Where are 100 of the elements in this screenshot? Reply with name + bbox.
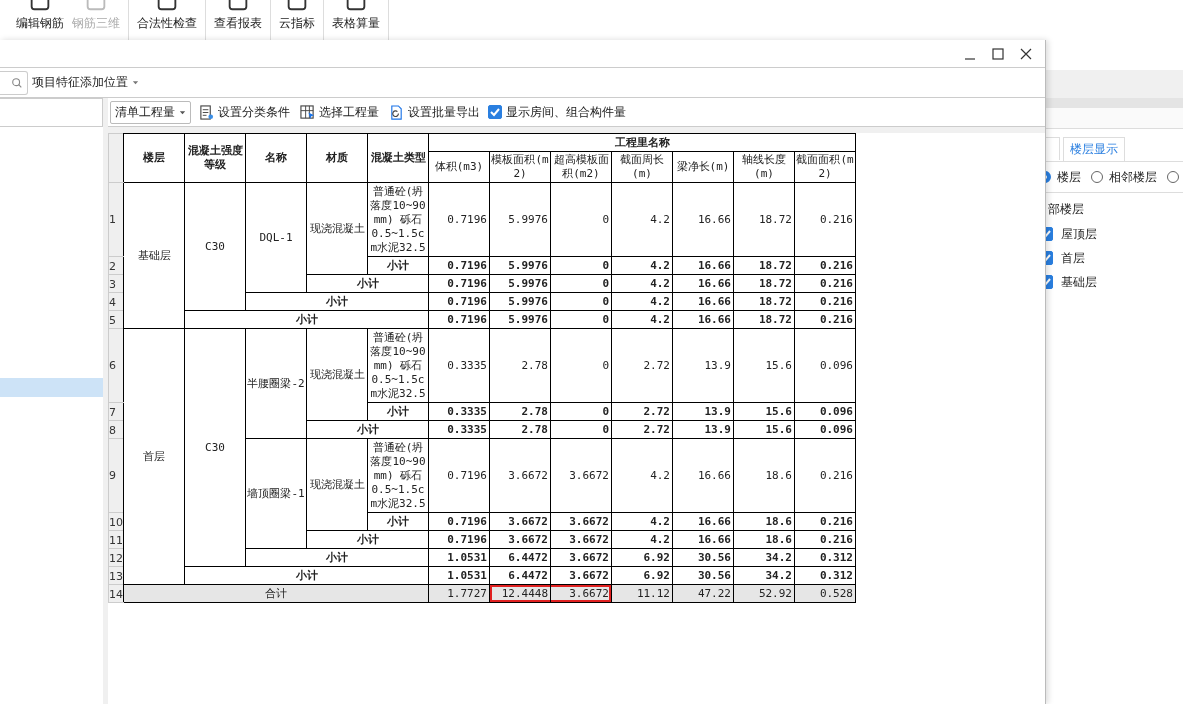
toolbar-button[interactable]: 编辑钢筋 [12, 0, 68, 40]
table-cell: 普通砼(坍落度10~90mm) 砾石0.5~1.5cm水泥32.5 [367, 182, 429, 257]
column-header: 梁净长(m) [672, 151, 734, 183]
table-cell: 0.7196 [428, 438, 490, 513]
table-cell: 现浇混凝土 [306, 182, 368, 275]
table-cell: 小计 [306, 274, 429, 293]
column-header: 混凝土类型 [367, 133, 429, 183]
table-cell: 小计 [245, 548, 429, 567]
toolbar-icon [155, 0, 179, 13]
caret-icon [132, 79, 139, 86]
table-cell: 0.216 [794, 292, 856, 311]
input-field[interactable] [0, 98, 103, 127]
table-cell: 13.9 [672, 402, 734, 421]
table-cell: 5.9976 [489, 310, 551, 329]
table-cell: 0.216 [794, 512, 856, 531]
table-cell: 6.92 [611, 548, 673, 567]
table-cell: 6.4472 [489, 566, 551, 585]
column-header: 楼层 [123, 133, 185, 183]
table-cell: 4.2 [611, 530, 673, 549]
table-cell: 现浇混凝土 [306, 328, 368, 421]
show-rooms-checkbox[interactable]: 显示房间、组合构件量 [488, 103, 626, 121]
table-cell: 0.7196 [428, 512, 490, 531]
table-cell: 18.6 [733, 438, 795, 513]
table-cell: 16.66 [672, 530, 734, 549]
table-cell: 0 [550, 310, 612, 329]
table-cell: 34.2 [733, 548, 795, 567]
table-cell: 墙顶圈梁-1 [245, 438, 307, 549]
table-cell: 3.6672 [550, 512, 612, 531]
table-cell: 小计 [367, 402, 429, 421]
table-cell: 3.6672 [489, 438, 551, 513]
table-cell: DQL-1 [245, 182, 307, 293]
table-cell: 18.72 [733, 182, 795, 257]
table-cell: 15.6 [733, 402, 795, 421]
table-cell: C30 [184, 182, 246, 311]
column-header: 截面周长(m) [611, 151, 673, 183]
tab[interactable]: 楼层显示 [1063, 137, 1125, 161]
table-cell: 1.0531 [428, 548, 490, 567]
group-label: 部楼层 [1048, 201, 1085, 218]
close-icon[interactable] [1019, 46, 1033, 61]
search-field[interactable] [0, 70, 28, 95]
table-cell: 0 [550, 256, 612, 275]
table-cell: 5.9976 [489, 256, 551, 275]
table-cell: 4.2 [611, 438, 673, 513]
table-cell: 0.7196 [428, 256, 490, 275]
table-cell: 5.9976 [489, 274, 551, 293]
column-header: 体积(m3) [428, 151, 490, 183]
toolbar-button[interactable]: 设置批量导出 [387, 103, 482, 121]
toolbar-button[interactable]: 表格算量 [328, 0, 384, 40]
table-cell: 小计 [184, 310, 429, 329]
table-cell: 0.7196 [428, 182, 490, 257]
toolbar-icon [344, 0, 368, 13]
table-cell: 小计 [367, 256, 429, 275]
column-header: 混凝土强度等级 [184, 133, 246, 183]
table-cell: 3.6672 [550, 566, 612, 585]
table-cell: 0.096 [794, 328, 856, 403]
table-cell: 小计 [184, 566, 429, 585]
column-group-header: 工程里名称 [428, 133, 856, 152]
table-cell: 13.9 [672, 328, 734, 403]
table-cell: 34.2 [733, 566, 795, 585]
table-cell: 16.66 [672, 512, 734, 531]
maximize-icon[interactable] [991, 46, 1005, 61]
table-cell: 5.9976 [489, 292, 551, 311]
document-gear-icon [199, 104, 214, 120]
table-cell: 0 [550, 182, 612, 257]
column-header: 材质 [306, 133, 368, 183]
table-cell: 现浇混凝土 [306, 438, 368, 531]
table-cell: 15.6 [733, 328, 795, 403]
table-cell: 0 [550, 292, 612, 311]
table-cell: 普通砼(坍落度10~90mm) 砾石0.5~1.5cm水泥32.5 [367, 328, 429, 403]
quantity-dropdown[interactable]: 清单工程量 [110, 100, 191, 124]
table-cell: 13.9 [672, 420, 734, 439]
toolbar-button[interactable]: 合法性检查 [133, 0, 201, 40]
toolbar-button[interactable]: 查看报表 [210, 0, 266, 40]
table-cell: 小计 [245, 292, 429, 311]
table-cell: 3.6672 [550, 438, 612, 513]
table-cell: 2.78 [489, 328, 551, 403]
position-dropdown[interactable]: 项目特征添加位置 [32, 74, 139, 91]
document-refresh-icon [389, 104, 404, 120]
table-cell: 0.7196 [428, 292, 490, 311]
radio-option[interactable]: 相邻楼层 [1091, 168, 1157, 186]
table-cell: 小计 [367, 512, 429, 531]
table-cell: 18.72 [733, 292, 795, 311]
grid-cursor-icon [300, 104, 315, 120]
column-header: 名称 [245, 133, 307, 183]
table-cell: 0.7196 [428, 530, 490, 549]
column-header: 截面面积(m2) [794, 151, 856, 183]
table-cell: 0.7196 [428, 274, 490, 293]
table-cell: 16.66 [672, 182, 734, 257]
toolbar-button[interactable]: 云指标 [275, 0, 319, 40]
table-cell: 0.3335 [428, 420, 490, 439]
table-cell: 2.72 [611, 402, 673, 421]
table-cell: 0 [550, 402, 612, 421]
toolbar-button[interactable]: 设置分类条件 [197, 103, 292, 121]
table-cell: 4.2 [611, 274, 673, 293]
search-icon [11, 76, 23, 89]
toolbar-button[interactable]: 选择工程量 [298, 103, 381, 121]
table-cell: 0.096 [794, 402, 856, 421]
table-cell: 4.2 [611, 292, 673, 311]
table-cell: 0.216 [794, 182, 856, 257]
table-cell: 4.2 [611, 256, 673, 275]
